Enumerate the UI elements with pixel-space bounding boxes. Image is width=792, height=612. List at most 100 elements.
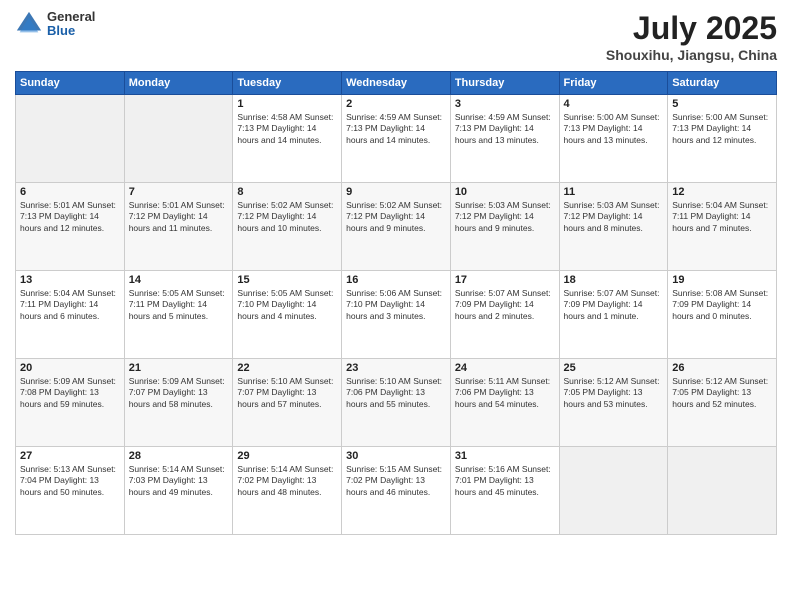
- calendar-body: 1Sunrise: 4:58 AM Sunset: 7:13 PM Daylig…: [16, 95, 777, 535]
- calendar-cell: 28Sunrise: 5:14 AM Sunset: 7:03 PM Dayli…: [124, 447, 233, 535]
- calendar-cell: 23 Sunrise: 5:10 AM Sunset: 7:06 PM Dayli…: [342, 359, 451, 447]
- calendar-cell: 19 Sunrise: 5:08 AM Sunset: 7:09 PM Dayli…: [668, 271, 777, 359]
- location: Shouxihu, Jiangsu, China: [606, 47, 777, 63]
- day-header-monday: Monday: [124, 72, 233, 95]
- cell-info: Sunrise: 5:10 AM Sunset: 7:06 PM Dayligh…: [346, 376, 446, 410]
- day-header-sunday: Sunday: [16, 72, 125, 95]
- logo-text: General Blue: [47, 10, 95, 39]
- cell-info: Sunrise: 5:01 AM Sunset: 7:13 PM Dayligh…: [20, 200, 120, 234]
- cell-info: Sunrise: 5:07 AM Sunset: 7:09 PM Dayligh…: [564, 288, 664, 322]
- calendar-cell: 15Sunrise: 5:05 AM Sunset: 7:10 PM Dayli…: [233, 271, 342, 359]
- day-number: 29: [237, 450, 337, 462]
- cell-info: Sunrise: 5:12 AM Sunset: 7:05 PM Dayligh…: [672, 376, 772, 410]
- day-number: 25: [564, 362, 664, 374]
- cell-info: Sunrise: 5:04 AM Sunset: 7:11 PM Dayligh…: [20, 288, 120, 322]
- cell-info: Sunrise: 5:06 AM Sunset: 7:10 PM Dayligh…: [346, 288, 446, 322]
- calendar-cell: 1Sunrise: 4:58 AM Sunset: 7:13 PM Daylig…: [233, 95, 342, 183]
- calendar-cell: [668, 447, 777, 535]
- logo-icon: [15, 10, 43, 38]
- calendar-cell: [559, 447, 668, 535]
- cell-info: Sunrise: 5:02 AM Sunset: 7:12 PM Dayligh…: [237, 200, 337, 234]
- day-number: 24: [455, 362, 555, 374]
- calendar-cell: 12 Sunrise: 5:04 AM Sunset: 7:11 PM Dayli…: [668, 183, 777, 271]
- day-number: 9: [346, 186, 446, 198]
- day-header-friday: Friday: [559, 72, 668, 95]
- day-number: 13: [20, 274, 120, 286]
- day-number: 7: [129, 186, 229, 198]
- day-number: 2: [346, 98, 446, 110]
- cell-info: Sunrise: 5:04 AM Sunset: 7:11 PM Dayligh…: [672, 200, 772, 234]
- day-number: 3: [455, 98, 555, 110]
- day-number: 23: [346, 362, 446, 374]
- cell-info: Sunrise: 5:10 AM Sunset: 7:07 PM Dayligh…: [237, 376, 337, 410]
- logo-general: General: [47, 10, 95, 24]
- cell-info: Sunrise: 5:02 AM Sunset: 7:12 PM Dayligh…: [346, 200, 446, 234]
- day-number: 1: [237, 98, 337, 110]
- calendar-cell: 2Sunrise: 4:59 AM Sunset: 7:13 PM Daylig…: [342, 95, 451, 183]
- cell-info: Sunrise: 5:09 AM Sunset: 7:08 PM Dayligh…: [20, 376, 120, 410]
- week-row-3: 20 Sunrise: 5:09 AM Sunset: 7:08 PM Dayli…: [16, 359, 777, 447]
- day-number: 5: [672, 98, 772, 110]
- day-number: 26: [672, 362, 772, 374]
- day-header-wednesday: Wednesday: [342, 72, 451, 95]
- cell-info: Sunrise: 5:09 AM Sunset: 7:07 PM Dayligh…: [129, 376, 229, 410]
- calendar-cell: 27 Sunrise: 5:13 AM Sunset: 7:04 PM Dayli…: [16, 447, 125, 535]
- cell-info: Sunrise: 5:03 AM Sunset: 7:12 PM Dayligh…: [564, 200, 664, 234]
- calendar-cell: 18 Sunrise: 5:07 AM Sunset: 7:09 PM Dayli…: [559, 271, 668, 359]
- calendar-cell: 5 Sunrise: 5:00 AM Sunset: 7:13 PM Daylig…: [668, 95, 777, 183]
- calendar-cell: 25Sunrise: 5:12 AM Sunset: 7:05 PM Dayli…: [559, 359, 668, 447]
- week-row-4: 27 Sunrise: 5:13 AM Sunset: 7:04 PM Dayli…: [16, 447, 777, 535]
- calendar-cell: 22 Sunrise: 5:10 AM Sunset: 7:07 PM Dayli…: [233, 359, 342, 447]
- day-header-thursday: Thursday: [450, 72, 559, 95]
- calendar-cell: [124, 95, 233, 183]
- cell-info: Sunrise: 5:15 AM Sunset: 7:02 PM Dayligh…: [346, 464, 446, 498]
- calendar-cell: 26 Sunrise: 5:12 AM Sunset: 7:05 PM Dayli…: [668, 359, 777, 447]
- cell-info: Sunrise: 5:07 AM Sunset: 7:09 PM Dayligh…: [455, 288, 555, 322]
- calendar-cell: 3 Sunrise: 4:59 AM Sunset: 7:13 PM Daylig…: [450, 95, 559, 183]
- calendar-cell: 31 Sunrise: 5:16 AM Sunset: 7:01 PM Dayli…: [450, 447, 559, 535]
- cell-info: Sunrise: 5:00 AM Sunset: 7:13 PM Dayligh…: [564, 112, 664, 146]
- day-number: 18: [564, 274, 664, 286]
- day-number: 28: [129, 450, 229, 462]
- calendar-cell: 20 Sunrise: 5:09 AM Sunset: 7:08 PM Dayli…: [16, 359, 125, 447]
- calendar-cell: 13 Sunrise: 5:04 AM Sunset: 7:11 PM Dayli…: [16, 271, 125, 359]
- month-title: July 2025: [606, 10, 777, 47]
- page: General Blue July 2025 Shouxihu, Jiangsu…: [0, 0, 792, 612]
- cell-info: Sunrise: 5:14 AM Sunset: 7:02 PM Dayligh…: [237, 464, 337, 498]
- calendar-cell: 10Sunrise: 5:03 AM Sunset: 7:12 PM Dayli…: [450, 183, 559, 271]
- day-number: 31: [455, 450, 555, 462]
- day-number: 19: [672, 274, 772, 286]
- cell-info: Sunrise: 5:13 AM Sunset: 7:04 PM Dayligh…: [20, 464, 120, 498]
- cell-info: Sunrise: 5:16 AM Sunset: 7:01 PM Dayligh…: [455, 464, 555, 498]
- day-number: 12: [672, 186, 772, 198]
- day-number: 6: [20, 186, 120, 198]
- day-number: 15: [237, 274, 337, 286]
- cell-info: Sunrise: 5:00 AM Sunset: 7:13 PM Dayligh…: [672, 112, 772, 146]
- calendar-cell: 9 Sunrise: 5:02 AM Sunset: 7:12 PM Daylig…: [342, 183, 451, 271]
- cell-info: Sunrise: 5:11 AM Sunset: 7:06 PM Dayligh…: [455, 376, 555, 410]
- day-number: 22: [237, 362, 337, 374]
- day-header-tuesday: Tuesday: [233, 72, 342, 95]
- week-row-0: 1Sunrise: 4:58 AM Sunset: 7:13 PM Daylig…: [16, 95, 777, 183]
- day-number: 10: [455, 186, 555, 198]
- calendar-cell: [16, 95, 125, 183]
- day-number: 27: [20, 450, 120, 462]
- day-number: 20: [20, 362, 120, 374]
- calendar: SundayMondayTuesdayWednesdayThursdayFrid…: [15, 71, 777, 535]
- day-number: 17: [455, 274, 555, 286]
- calendar-cell: 8Sunrise: 5:02 AM Sunset: 7:12 PM Daylig…: [233, 183, 342, 271]
- day-number: 11: [564, 186, 664, 198]
- calendar-cell: 14Sunrise: 5:05 AM Sunset: 7:11 PM Dayli…: [124, 271, 233, 359]
- logo-blue: Blue: [47, 24, 95, 38]
- day-headers-row: SundayMondayTuesdayWednesdayThursdayFrid…: [16, 72, 777, 95]
- calendar-cell: 16Sunrise: 5:06 AM Sunset: 7:10 PM Dayli…: [342, 271, 451, 359]
- cell-info: Sunrise: 5:08 AM Sunset: 7:09 PM Dayligh…: [672, 288, 772, 322]
- cell-info: Sunrise: 5:01 AM Sunset: 7:12 PM Dayligh…: [129, 200, 229, 234]
- calendar-cell: 30 Sunrise: 5:15 AM Sunset: 7:02 PM Dayli…: [342, 447, 451, 535]
- calendar-cell: 21Sunrise: 5:09 AM Sunset: 7:07 PM Dayli…: [124, 359, 233, 447]
- week-row-2: 13 Sunrise: 5:04 AM Sunset: 7:11 PM Dayli…: [16, 271, 777, 359]
- header: General Blue July 2025 Shouxihu, Jiangsu…: [15, 10, 777, 63]
- day-number: 30: [346, 450, 446, 462]
- cell-info: Sunrise: 4:59 AM Sunset: 7:13 PM Dayligh…: [455, 112, 555, 146]
- calendar-cell: 24 Sunrise: 5:11 AM Sunset: 7:06 PM Dayli…: [450, 359, 559, 447]
